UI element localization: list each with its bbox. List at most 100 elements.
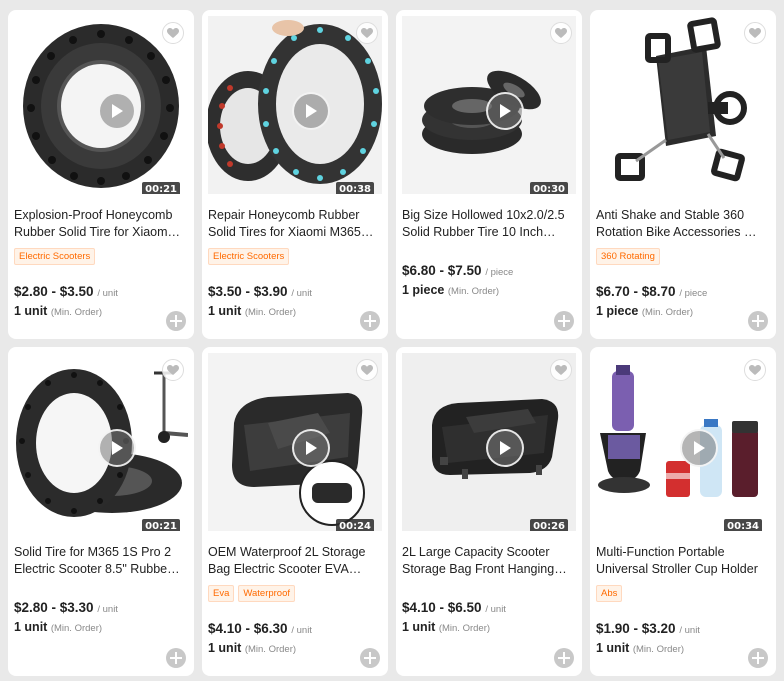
price-unit: / unit	[291, 625, 312, 636]
plus-icon	[364, 652, 376, 664]
play-icon	[112, 104, 123, 118]
heart-icon	[749, 364, 761, 375]
min-order: 1 unit (Min. Order)	[14, 304, 102, 318]
video-duration: 00:34	[724, 519, 762, 531]
title-line: Universal Stroller Cup Holder	[596, 562, 758, 576]
product-card[interactable]: 00:21 Solid Tire for M365 1S Pro 2 Elect…	[8, 347, 194, 676]
plus-icon	[558, 652, 570, 664]
video-duration: 00:26	[530, 519, 568, 531]
play-button[interactable]	[486, 429, 524, 467]
play-button[interactable]	[98, 92, 136, 130]
product-title[interactable]: Anti Shake and Stable 360 Rotation Bike …	[596, 207, 764, 241]
product-title[interactable]: OEM Waterproof 2L Storage Bag Electric S…	[208, 544, 376, 578]
product-title[interactable]: Repair Honeycomb Rubber Solid Tires for …	[208, 207, 376, 241]
title-line: Big Size Hollowed 10x2.0/2.5	[402, 208, 565, 222]
min-order: 1 unit (Min. Order)	[208, 641, 296, 655]
product-card[interactable]: 00:30 Big Size Hollowed 10x2.0/2.5 Solid…	[396, 10, 582, 339]
play-button[interactable]	[680, 429, 718, 467]
tag-list: 360 Rotating	[596, 248, 660, 265]
price-range: $6.80 - $7.50 / piece	[402, 263, 513, 278]
favorite-button[interactable]	[744, 359, 766, 381]
plus-icon	[170, 652, 182, 664]
price-value: $4.10 - $6.30	[208, 621, 288, 636]
product-card[interactable]: 00:24 OEM Waterproof 2L Storage Bag Elec…	[202, 347, 388, 676]
add-button[interactable]	[748, 648, 768, 668]
product-card[interactable]: 00:34 Multi-Function Portable Universal …	[590, 347, 776, 676]
price-value: $2.80 - $3.50	[14, 284, 94, 299]
product-card[interactable]: Anti Shake and Stable 360 Rotation Bike …	[590, 10, 776, 339]
price-range: $4.10 - $6.30 / unit	[208, 621, 312, 636]
product-title[interactable]: Multi-Function Portable Universal Stroll…	[596, 544, 764, 578]
price-value: $4.10 - $6.50	[402, 600, 482, 615]
add-button[interactable]	[166, 311, 186, 331]
heart-icon	[361, 27, 373, 38]
product-title[interactable]: Explosion-Proof Honeycomb Rubber Solid T…	[14, 207, 182, 241]
product-image[interactable]: 00:30	[402, 16, 576, 194]
moq-value: 1 unit	[208, 304, 242, 318]
favorite-button[interactable]	[744, 22, 766, 44]
price-range: $6.70 - $8.70 / piece	[596, 284, 707, 299]
plus-icon	[364, 315, 376, 327]
favorite-button[interactable]	[356, 359, 378, 381]
product-image[interactable]: 00:26	[402, 353, 576, 531]
video-duration: 00:38	[336, 182, 374, 194]
title-line: Bag Electric Scooter EVA…	[208, 562, 362, 576]
moq-label: (Min. Order)	[50, 623, 103, 634]
heart-icon	[361, 364, 373, 375]
product-card[interactable]: 00:26 2L Large Capacity Scooter Storage …	[396, 347, 582, 676]
favorite-button[interactable]	[162, 22, 184, 44]
product-card[interactable]: 00:21 Explosion-Proof Honeycomb Rubber S…	[8, 10, 194, 339]
product-image[interactable]: 00:38	[208, 16, 382, 194]
product-title[interactable]: 2L Large Capacity Scooter Storage Bag Fr…	[402, 544, 570, 578]
min-order: 1 piece (Min. Order)	[402, 283, 499, 297]
plus-icon	[752, 315, 764, 327]
tag-list: Electric Scooters	[208, 248, 290, 265]
product-card[interactable]: 00:38 Repair Honeycomb Rubber Solid Tire…	[202, 10, 388, 339]
favorite-button[interactable]	[550, 359, 572, 381]
plus-icon	[752, 652, 764, 664]
video-duration: 00:21	[142, 182, 180, 194]
price-value: $3.50 - $3.90	[208, 284, 288, 299]
favorite-button[interactable]	[356, 22, 378, 44]
play-button[interactable]	[98, 429, 136, 467]
heart-icon	[555, 27, 567, 38]
product-image[interactable]	[596, 16, 770, 194]
heart-icon	[749, 27, 761, 38]
favorite-button[interactable]	[162, 359, 184, 381]
product-image[interactable]: 00:24	[208, 353, 382, 531]
product-title[interactable]: Solid Tire for M365 1S Pro 2 Electric Sc…	[14, 544, 182, 578]
moq-label: (Min. Order)	[244, 307, 297, 318]
add-button[interactable]	[360, 648, 380, 668]
add-button[interactable]	[554, 311, 574, 331]
price-value: $6.80 - $7.50	[402, 263, 482, 278]
play-button[interactable]	[486, 92, 524, 130]
title-line: Rubber Solid Tire for Xiaomi…	[14, 225, 182, 239]
play-icon	[500, 441, 511, 455]
play-icon	[306, 441, 317, 455]
product-image[interactable]: 00:21	[14, 16, 188, 194]
play-button[interactable]	[292, 429, 330, 467]
favorite-button[interactable]	[550, 22, 572, 44]
product-image[interactable]: 00:21	[14, 353, 188, 531]
price-range: $3.50 - $3.90 / unit	[208, 284, 312, 299]
play-button[interactable]	[292, 92, 330, 130]
title-line: Anti Shake and Stable 360	[596, 208, 745, 222]
price-unit: / piece	[485, 267, 514, 278]
moq-label: (Min. Order)	[632, 644, 685, 655]
add-button[interactable]	[166, 648, 186, 668]
title-line: Repair Honeycomb Rubber	[208, 208, 360, 222]
product-tag: 360 Rotating	[596, 248, 660, 265]
add-button[interactable]	[748, 311, 768, 331]
add-button[interactable]	[360, 311, 380, 331]
title-line: Solid Rubber Tire 10 Inch…	[402, 225, 556, 239]
product-tag: Electric Scooters	[208, 248, 290, 265]
product-image[interactable]: 00:34	[596, 353, 770, 531]
price-unit: / unit	[97, 288, 118, 299]
price-range: $2.80 - $3.50 / unit	[14, 284, 118, 299]
product-tag: Eva	[208, 585, 235, 602]
min-order: 1 unit (Min. Order)	[14, 620, 102, 634]
product-grid: 00:21 Explosion-Proof Honeycomb Rubber S…	[8, 10, 776, 676]
add-button[interactable]	[554, 648, 574, 668]
product-tag: Abs	[596, 585, 623, 602]
product-title[interactable]: Big Size Hollowed 10x2.0/2.5 Solid Rubbe…	[402, 207, 570, 241]
